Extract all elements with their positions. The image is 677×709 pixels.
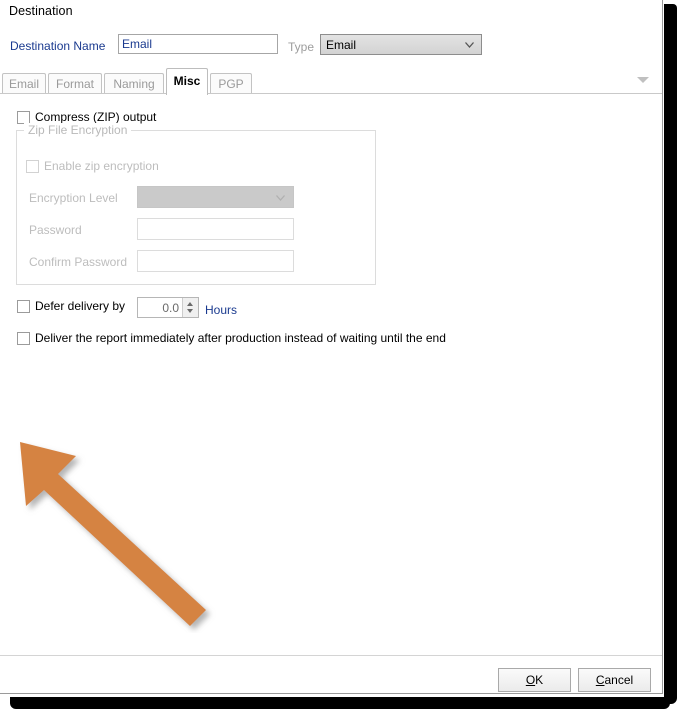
encryption-level-label: Encryption Level	[29, 191, 118, 205]
confirm-password-label: Confirm Password	[29, 255, 128, 269]
chevron-down-icon	[465, 42, 474, 48]
page-title: Destination	[9, 4, 73, 18]
ok-button-accel: O	[525, 673, 536, 687]
tab-strip: Email Format Naming Misc PGP	[0, 68, 662, 95]
zip-encryption-groupbox-title: Zip File Encryption	[24, 123, 132, 137]
destination-name-label: Destination Name	[10, 39, 106, 53]
cancel-button[interactable]: Cancel	[578, 668, 651, 692]
spinner-buttons[interactable]	[182, 298, 198, 317]
enable-zip-encryption-label: Enable zip encryption	[44, 159, 159, 173]
type-combobox-value: Email	[326, 38, 357, 52]
deliver-immediately-label: Deliver the report immediately after pro…	[35, 331, 446, 345]
password-input[interactable]	[137, 218, 294, 240]
arrow-up-left-icon	[20, 442, 206, 626]
misc-tab-panel: Compress (ZIP) output Zip File Encryptio…	[0, 94, 662, 654]
caret-down-icon[interactable]	[187, 309, 193, 313]
ok-button-label-rest: K	[535, 673, 544, 687]
type-combobox[interactable]: Email	[320, 34, 482, 55]
button-bar-divider	[0, 655, 662, 656]
chevron-down-icon[interactable]	[637, 77, 649, 83]
tab-email[interactable]: Email	[2, 73, 46, 94]
caret-up-icon[interactable]	[187, 302, 193, 306]
tab-pgp[interactable]: PGP	[210, 73, 252, 94]
defer-delivery-label: Defer delivery by	[35, 299, 126, 313]
tab-naming[interactable]: Naming	[104, 73, 164, 94]
defer-delivery-checkbox[interactable]	[17, 300, 30, 313]
defer-delivery-spinner[interactable]: 0.0	[137, 297, 199, 318]
chevron-down-icon	[276, 195, 285, 201]
destination-dialog: Destination Destination Name Type Email …	[0, 0, 663, 694]
enable-zip-encryption-checkbox[interactable]	[26, 160, 39, 173]
defer-delivery-value: 0.0	[162, 301, 179, 315]
deliver-immediately-checkbox[interactable]	[17, 332, 30, 345]
desktop-backdrop: Destination Destination Name Type Email …	[0, 0, 677, 709]
encryption-level-combobox[interactable]	[137, 186, 294, 208]
cancel-button-label-rest: ancel	[604, 673, 634, 687]
tab-misc[interactable]: Misc	[166, 68, 208, 95]
type-label: Type	[288, 40, 315, 54]
tab-format[interactable]: Format	[48, 73, 102, 94]
destination-name-input[interactable]	[118, 34, 278, 54]
defer-delivery-units-label: Hours	[205, 303, 238, 317]
ok-button[interactable]: OK	[498, 668, 571, 692]
compress-zip-label: Compress (ZIP) output	[35, 110, 157, 124]
password-label: Password	[29, 223, 82, 237]
window-shadow-bottom	[10, 697, 670, 709]
confirm-password-input[interactable]	[137, 250, 294, 272]
window-shadow-right	[664, 4, 677, 704]
